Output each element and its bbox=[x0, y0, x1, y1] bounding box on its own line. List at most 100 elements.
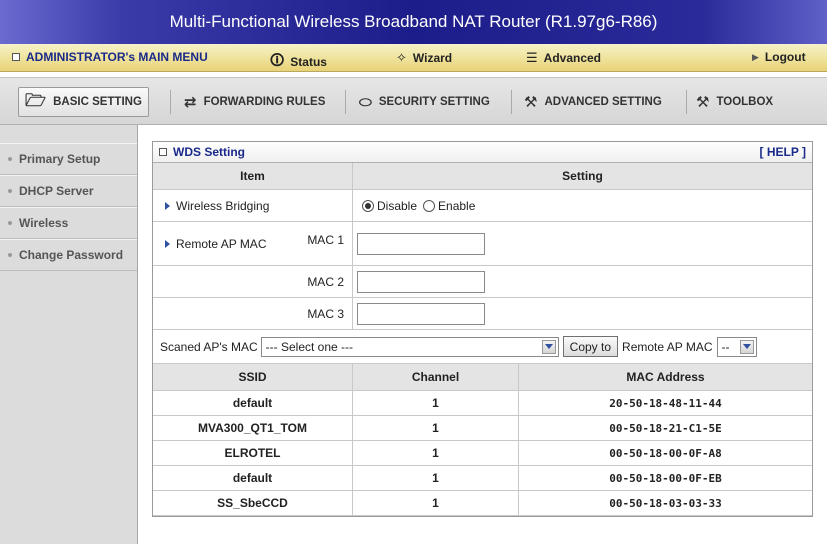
sidebar-item-change-password[interactable]: Change Password bbox=[0, 239, 137, 271]
chevron-down-icon bbox=[739, 339, 754, 354]
bullet-icon bbox=[8, 157, 12, 161]
tab-label: SECURITY SETTING bbox=[378, 96, 490, 108]
channel-cell: 1 bbox=[353, 491, 519, 515]
logout-menu[interactable]: ▶ Logout bbox=[752, 50, 806, 64]
logout-menu-label: Logout bbox=[764, 50, 806, 64]
mac-address-column-header: MAC Address bbox=[519, 364, 812, 390]
copy-to-button[interactable]: Copy to bbox=[562, 336, 619, 357]
table-row[interactable]: SS_SbeCCD 1 00-50-18-03-03-33 bbox=[153, 491, 812, 516]
scanned-ap-select[interactable]: --- Select one --- bbox=[260, 336, 559, 357]
mac2-input[interactable] bbox=[357, 270, 485, 293]
folder-icon: 🗁 bbox=[25, 90, 47, 110]
disable-label: Disable bbox=[377, 198, 418, 213]
status-icon: 🛈 bbox=[270, 52, 285, 68]
channel-cell: 1 bbox=[353, 441, 519, 465]
tab-divider bbox=[686, 90, 687, 114]
tab-label: TOOLBOX bbox=[716, 96, 774, 108]
sidebar-item-label: DHCP Server bbox=[19, 184, 94, 198]
admin-menu-label: ADMINISTRATOR's MAIN MENU bbox=[26, 50, 208, 64]
ssid-cell: MVA300_QT1_TOM bbox=[153, 416, 353, 440]
window-title: Multi-Functional Wireless Broadband NAT … bbox=[0, 0, 827, 44]
bridging-disable-radio[interactable] bbox=[362, 199, 374, 212]
tab-label: BASIC SETTING bbox=[53, 96, 142, 108]
tab-divider bbox=[511, 90, 512, 114]
mac1-input[interactable] bbox=[357, 232, 485, 255]
sidebar: Primary Setup DHCP Server Wireless Chang… bbox=[0, 125, 138, 544]
table-row[interactable]: MVA300_QT1_TOM 1 00-50-18-21-C1-5E bbox=[153, 416, 812, 441]
bullet-icon bbox=[8, 221, 12, 225]
square-bullet-icon bbox=[159, 148, 167, 156]
remote-ap-select[interactable]: -- bbox=[716, 336, 757, 357]
sidebar-item-label: Change Password bbox=[19, 248, 124, 262]
ssid-cell: default bbox=[153, 466, 353, 490]
table-row[interactable]: default 1 20-50-18-48-11-44 bbox=[153, 391, 812, 416]
triangle-right-icon bbox=[165, 239, 170, 248]
triangle-right-icon: ▶ bbox=[752, 51, 759, 62]
tab-label: FORWARDING RULES bbox=[203, 96, 326, 108]
ssid-cell: SS_SbeCCD bbox=[153, 491, 353, 515]
channel-cell: 1 bbox=[353, 466, 519, 490]
tab-forwarding-rules[interactable]: ⇄ FORWARDING RULES bbox=[178, 87, 331, 117]
wizard-menu-label: Wizard bbox=[412, 51, 453, 65]
wireless-bridging-label: Wireless Bridging bbox=[176, 198, 270, 213]
enable-label: Enable bbox=[438, 198, 476, 213]
status-menu[interactable]: 🛈 Status bbox=[270, 50, 327, 74]
tab-advanced-setting[interactable]: ⚒ ADVANCED SETTING bbox=[518, 87, 668, 117]
wds-setting-panel: WDS Setting [ HELP ] Item Setting Wirele… bbox=[152, 141, 813, 517]
mac3-input[interactable] bbox=[357, 302, 485, 325]
mac-address-cell: 00-50-18-03-03-33 bbox=[609, 496, 722, 510]
lock-ring-icon: ⬭ bbox=[359, 93, 372, 111]
table-row[interactable]: ELROTEL 1 00-50-18-00-0F-A8 bbox=[153, 441, 812, 466]
ssid-cell: default bbox=[153, 391, 353, 415]
tab-toolbox[interactable]: ⚒ TOOLBOX bbox=[690, 87, 779, 117]
channel-column-header: Channel bbox=[353, 364, 519, 390]
mac-address-cell: 20-50-18-48-11-44 bbox=[609, 396, 722, 410]
mac2-label: MAC 2 bbox=[307, 274, 344, 289]
remote-ap-select-value: -- bbox=[721, 339, 730, 354]
scanned-ap-select-value: --- Select one --- bbox=[265, 339, 354, 354]
advanced-menu[interactable]: ☰ Advanced bbox=[526, 50, 601, 66]
square-bullet-icon bbox=[12, 53, 20, 61]
mac1-label: MAC 1 bbox=[307, 232, 344, 247]
item-column-header: Item bbox=[153, 163, 353, 189]
tab-security-setting[interactable]: ⬭ SECURITY SETTING bbox=[353, 87, 496, 117]
toolbox-icon: ⚒ bbox=[696, 94, 710, 111]
sidebar-item-primary-setup[interactable]: Primary Setup bbox=[0, 143, 137, 175]
channel-cell: 1 bbox=[353, 391, 519, 415]
sidebar-item-dhcp-server[interactable]: DHCP Server bbox=[0, 175, 137, 207]
bullet-icon bbox=[8, 189, 12, 193]
main-menu-bar: ADMINISTRATOR's MAIN MENU 🛈 Status ✧ Wiz… bbox=[0, 44, 827, 72]
tab-divider bbox=[345, 90, 346, 114]
forward-arrows-icon: ⇄ bbox=[184, 94, 197, 111]
remote-ap-select-label: Remote AP MAC bbox=[622, 339, 713, 354]
ssid-column-header: SSID bbox=[153, 364, 353, 390]
tab-basic-setting[interactable]: 🗁 BASIC SETTING bbox=[18, 87, 149, 117]
wizard-icon: ✧ bbox=[396, 50, 407, 65]
settings-tab-bar: 🗁 BASIC SETTING ⇄ FORWARDING RULES ⬭ SEC… bbox=[0, 77, 827, 125]
panel-header: WDS Setting [ HELP ] bbox=[153, 142, 812, 163]
setting-column-header: Setting bbox=[353, 163, 812, 189]
advanced-icon: ☰ bbox=[526, 50, 538, 65]
sidebar-item-label: Primary Setup bbox=[19, 152, 101, 166]
sidebar-item-wireless[interactable]: Wireless bbox=[0, 207, 137, 239]
channel-cell: 1 bbox=[353, 416, 519, 440]
mac-address-cell: 00-50-18-00-0F-A8 bbox=[609, 446, 722, 460]
ssid-cell: ELROTEL bbox=[153, 441, 353, 465]
chevron-down-icon bbox=[541, 339, 556, 354]
tab-divider bbox=[170, 90, 171, 114]
wrench-icon: ⚒ bbox=[524, 94, 538, 111]
remote-ap-mac-label: Remote AP MAC bbox=[176, 236, 267, 251]
table-row[interactable]: default 1 00-50-18-00-0F-EB bbox=[153, 466, 812, 491]
advanced-menu-label: Advanced bbox=[543, 51, 602, 65]
help-link[interactable]: [ HELP ] bbox=[760, 145, 806, 159]
scanned-ap-mac-label: Scaned AP's MAC bbox=[160, 339, 258, 354]
tab-label: ADVANCED SETTING bbox=[544, 96, 662, 108]
bridging-enable-radio[interactable] bbox=[423, 199, 436, 212]
status-menu-label: Status bbox=[290, 55, 327, 69]
mac-address-cell: 00-50-18-21-C1-5E bbox=[609, 421, 722, 435]
wizard-menu[interactable]: ✧ Wizard bbox=[396, 50, 452, 66]
bullet-icon bbox=[8, 253, 12, 257]
admin-main-menu[interactable]: ADMINISTRATOR's MAIN MENU bbox=[12, 50, 208, 64]
sidebar-item-label: Wireless bbox=[19, 216, 69, 230]
mac3-label: MAC 3 bbox=[307, 306, 344, 321]
